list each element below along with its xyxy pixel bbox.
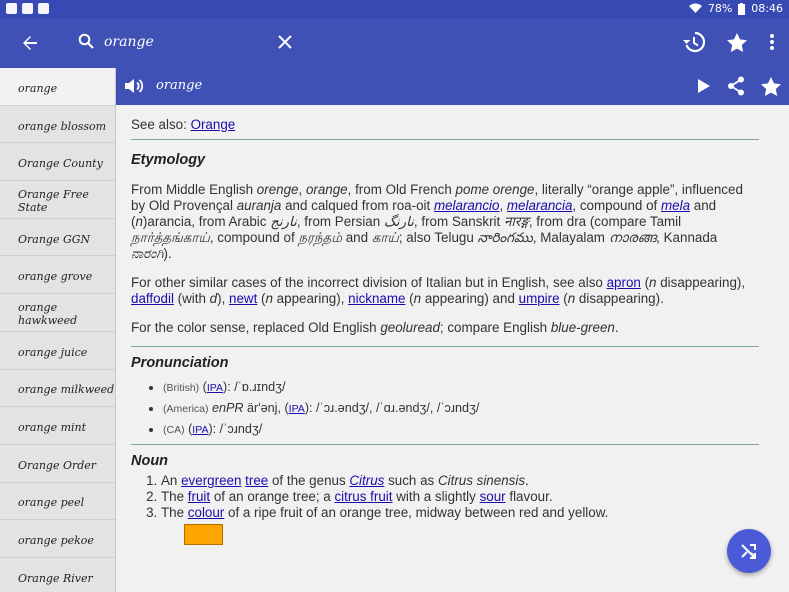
link-evergreen[interactable]: evergreen xyxy=(181,473,241,488)
bookmark-star-icon[interactable] xyxy=(761,76,781,96)
noun-senses: An evergreen tree of the genus Citrus su… xyxy=(131,473,759,521)
entry-title-bar: orange xyxy=(116,68,789,105)
etymology-paragraph-3: For the color sense, replaced Old Englis… xyxy=(131,320,619,335)
usb-icon xyxy=(6,3,17,14)
list-item[interactable]: orange pekoe xyxy=(0,520,115,558)
list-item[interactable]: Orange GGN xyxy=(0,219,115,257)
section-divider xyxy=(131,444,759,445)
ipa-link[interactable]: IPA xyxy=(192,424,208,436)
clear-search-button[interactable] xyxy=(278,29,292,55)
link-colour[interactable]: colour xyxy=(188,505,224,520)
close-icon xyxy=(278,35,292,49)
ipa-link[interactable]: IPA xyxy=(207,382,223,394)
search-icon xyxy=(78,33,94,49)
entry-content: See also: Orange Etymology From Middle E… xyxy=(116,105,789,592)
random-word-button[interactable] xyxy=(727,529,771,573)
list-item: An evergreen tree of the genus Citrus su… xyxy=(161,473,759,489)
color-swatch xyxy=(184,524,223,545)
link-melarancio[interactable]: melarancio xyxy=(434,198,500,213)
wifi-icon xyxy=(688,3,702,13)
link-apron[interactable]: apron xyxy=(607,275,641,290)
search-input[interactable] xyxy=(104,34,274,50)
link-umpire[interactable]: umpire xyxy=(519,291,560,306)
etymology-paragraph-2: For other similar cases of the incorrect… xyxy=(131,275,746,306)
status-bar: 78% 08:46 xyxy=(0,0,789,19)
back-button[interactable] xyxy=(22,30,38,57)
list-item[interactable]: orange xyxy=(0,68,115,106)
share-icon[interactable] xyxy=(727,76,745,96)
list-item[interactable]: Orange Free State xyxy=(0,181,115,219)
app-bar xyxy=(0,19,789,68)
link-newt[interactable]: newt xyxy=(229,291,257,306)
notification-icons xyxy=(6,3,49,14)
noun-heading: Noun xyxy=(131,453,169,469)
list-item[interactable]: orange peel xyxy=(0,483,115,521)
shuffle-icon xyxy=(741,544,756,559)
list-item[interactable]: orange hawkweed xyxy=(0,294,115,332)
more-menu-button[interactable] xyxy=(769,33,775,51)
word-list: orange orange blossom Orange County Oran… xyxy=(0,68,116,592)
ipa-link[interactable]: IPA xyxy=(289,403,305,415)
favorites-button[interactable] xyxy=(727,32,747,52)
see-also: See also: Orange xyxy=(131,117,759,140)
list-item[interactable]: orange blossom xyxy=(0,106,115,144)
list-item: The colour of a ripe fruit of an orange … xyxy=(161,505,759,521)
list-item[interactable]: orange milkweed xyxy=(0,370,115,408)
clock: 08:46 xyxy=(751,2,783,15)
app-bar-actions xyxy=(683,31,775,53)
link-mela[interactable]: mela xyxy=(661,198,690,213)
link-nickname[interactable]: nickname xyxy=(348,291,405,306)
pronunciation-heading: Pronunciation xyxy=(131,355,229,371)
entry-actions xyxy=(697,76,781,96)
list-item[interactable]: orange grove xyxy=(0,256,115,295)
list-item: The fruit of an orange tree; a citrus fr… xyxy=(161,489,759,505)
list-item[interactable]: Orange River xyxy=(0,558,115,592)
link-daffodil[interactable]: daffodil xyxy=(131,291,174,306)
status-right: 78% 08:46 xyxy=(688,2,783,15)
list-item[interactable]: orange juice xyxy=(0,332,115,370)
history-button[interactable] xyxy=(683,31,705,53)
speaker-icon[interactable] xyxy=(124,76,144,96)
list-item: (America) enPR ärʹənj, (IPA): /ˈɔɹ.əndʒ/… xyxy=(163,400,759,417)
link-citrus[interactable]: Citrus xyxy=(349,473,384,488)
play-icon[interactable] xyxy=(697,78,711,94)
list-item[interactable]: orange mint xyxy=(0,407,115,445)
image-icon xyxy=(38,3,49,14)
link-sour[interactable]: sour xyxy=(480,489,506,504)
see-also-link[interactable]: Orange xyxy=(191,117,236,132)
list-item[interactable]: Orange County xyxy=(0,143,115,182)
link-melarancia[interactable]: melarancia xyxy=(507,198,573,213)
clipboard-icon xyxy=(22,3,33,14)
list-item[interactable]: Orange Order xyxy=(0,445,115,483)
link-citrus-fruit[interactable]: citrus fruit xyxy=(334,489,392,504)
list-item: (British) (IPA): /ˈɒ.ɹɪndʒ/ xyxy=(163,379,759,396)
list-item: (CA) (IPA): /ˈɔɹndʒ/ xyxy=(163,421,759,438)
battery-icon xyxy=(738,2,746,15)
arrow-left-icon xyxy=(23,36,37,50)
pronunciation-list: (British) (IPA): /ˈɒ.ɹɪndʒ/ (America) en… xyxy=(131,379,759,438)
etymology-heading: Etymology xyxy=(131,152,206,168)
battery-text: 78% xyxy=(707,2,733,15)
entry-word: orange xyxy=(156,78,203,93)
etymology-paragraph-1: From Middle English orenge, orange, from… xyxy=(131,182,743,261)
link-fruit[interactable]: fruit xyxy=(188,489,210,504)
section-divider xyxy=(131,346,759,347)
link-tree[interactable]: tree xyxy=(245,473,268,488)
